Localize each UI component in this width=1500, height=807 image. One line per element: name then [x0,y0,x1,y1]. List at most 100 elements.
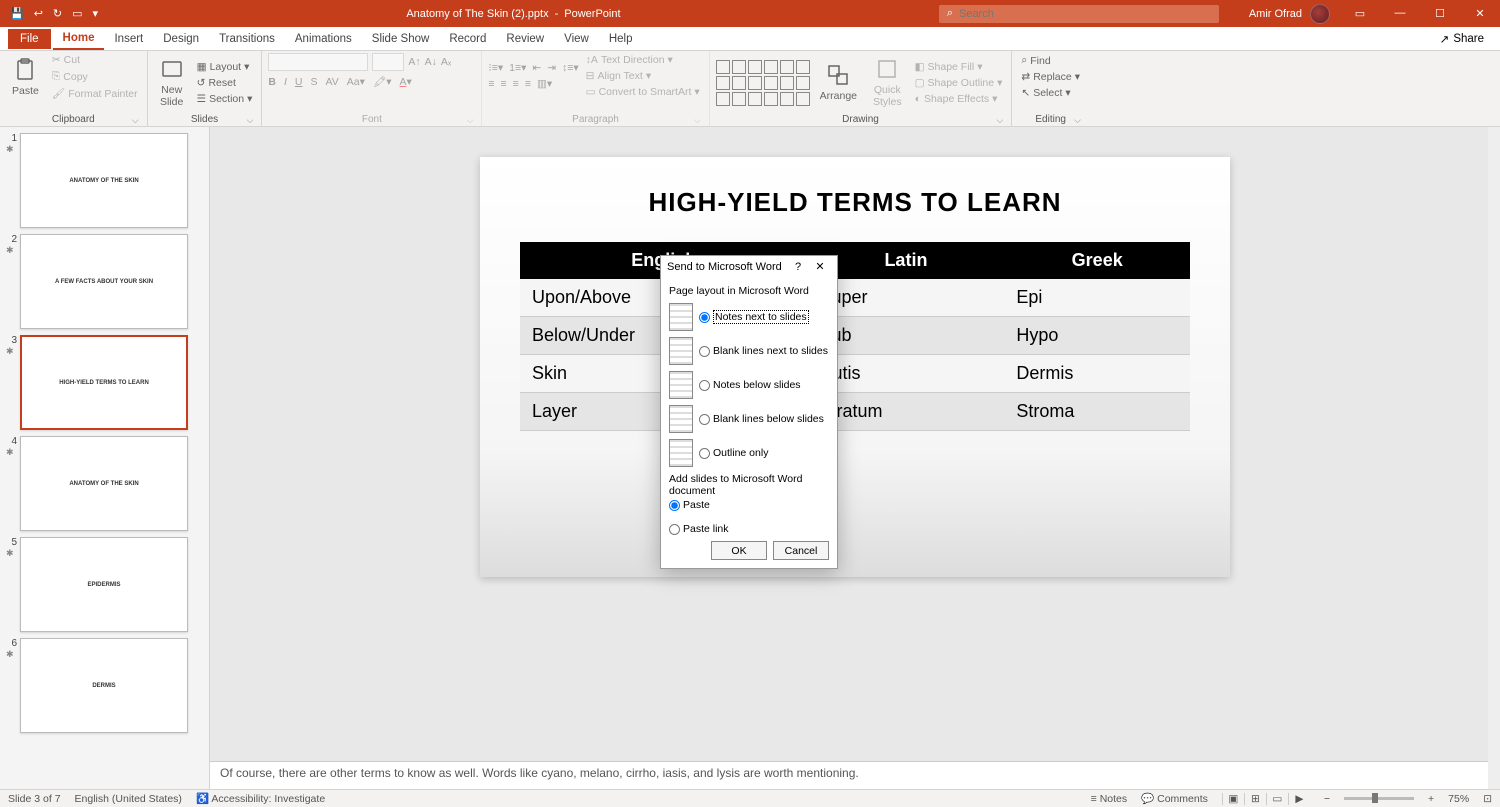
normal-view-icon[interactable]: ▣ [1222,793,1244,805]
undo-icon[interactable]: ↩ [34,7,43,20]
align-text-button[interactable]: ⊟Align Text▾ [583,69,703,83]
comments-toggle[interactable]: 💬 Comments [1141,792,1208,805]
cancel-button[interactable]: Cancel [773,541,829,560]
font-color-button[interactable]: A▾ [399,76,411,88]
tab-design[interactable]: Design [153,29,209,49]
slide-thumbnail[interactable]: 1✱ ANATOMY OF THE SKIN [6,133,205,228]
slide-thumbnail[interactable]: 6✱ DERMIS [6,638,205,733]
slide-thumbnail[interactable]: 2✱ A FEW FACTS ABOUT YOUR SKIN [6,234,205,329]
sorter-view-icon[interactable]: ⊞ [1244,793,1266,805]
shrink-font-icon[interactable]: A↓ [425,56,437,68]
layout-button[interactable]: ▦Layout▾ [194,60,256,74]
thumbnails-scrollbar[interactable] [197,127,209,789]
tab-review[interactable]: Review [496,29,554,49]
quick-styles-button[interactable]: Quick Styles [867,53,908,112]
strike-button[interactable]: S [311,76,318,88]
bold-button[interactable]: B [268,76,276,88]
zoom-in-icon[interactable]: + [1428,793,1434,805]
slideshow-view-icon[interactable]: ▶ [1288,793,1310,805]
replace-button[interactable]: ⇄Replace▾ [1018,70,1083,84]
zoom-out-icon[interactable]: − [1324,793,1330,805]
format-painter-button[interactable]: 🖌Format Painter [49,86,141,101]
bullets-button[interactable]: ⁝≡▾ [488,62,503,74]
cut-button[interactable]: ✂Cut [49,53,141,67]
maximize-icon[interactable]: ☐ [1420,7,1460,20]
search-input[interactable] [959,8,1211,20]
tab-slideshow[interactable]: Slide Show [362,29,440,49]
reading-view-icon[interactable]: ▭ [1266,793,1288,805]
shape-effects-button[interactable]: ◐Shape Effects▾ [912,92,1006,106]
select-button[interactable]: ↖Select▾ [1018,86,1083,100]
columns-icon[interactable]: ▥▾ [537,78,552,90]
copy-button[interactable]: ⎘Copy [49,69,141,84]
radio-blank-below[interactable]: Blank lines below slides [699,413,824,425]
smartart-button[interactable]: ▭Convert to SmartArt▾ [583,85,703,99]
slide-thumbnail[interactable]: 3✱ HIGH-YIELD TERMS TO LEARN [6,335,205,430]
accessibility-indicator[interactable]: ♿ Accessibility: Investigate [196,792,325,805]
save-icon[interactable]: 💾 [10,7,24,20]
zoom-level[interactable]: 75% [1448,793,1469,805]
align-center-icon[interactable]: ≡ [501,78,507,90]
shadow-button[interactable]: AV [326,76,339,88]
radio-paste[interactable]: Paste [669,499,829,511]
minimize-icon[interactable]: — [1380,7,1420,20]
indent-more-icon[interactable]: ⇥ [547,62,556,74]
shape-outline-button[interactable]: ▢Shape Outline▾ [912,76,1006,90]
line-spacing-icon[interactable]: ↕≡▾ [562,62,579,74]
find-button[interactable]: ⌕Find [1018,53,1083,68]
redo-icon[interactable]: ↻ [53,7,62,20]
reset-button[interactable]: ↺Reset [194,76,256,90]
ribbon-display-icon[interactable]: ▭ [1340,7,1380,20]
notes-toggle[interactable]: ≡ Notes [1091,793,1127,805]
search-box[interactable]: ⌕ [939,5,1219,23]
user-name[interactable]: Amir Ofrad [1249,8,1302,20]
present-icon[interactable]: ▭ [72,7,82,20]
slide[interactable]: HIGH-YIELD TERMS TO LEARN EnglishLatinGr… [480,157,1230,577]
align-right-icon[interactable]: ≡ [513,78,519,90]
canvas-scrollbar[interactable] [1488,127,1500,789]
help-icon[interactable]: ? [787,261,809,273]
radio-notes-below[interactable]: Notes below slides [699,379,801,391]
highlight-button[interactable]: 🖍▾ [373,75,392,88]
tab-file[interactable]: File [8,29,51,49]
arrange-button[interactable]: Arrange [814,59,863,106]
avatar[interactable] [1310,4,1330,24]
tab-home[interactable]: Home [53,28,105,50]
numbering-button[interactable]: 1≡▾ [509,62,526,74]
align-left-icon[interactable]: ≡ [488,78,494,90]
close-icon[interactable]: ✕ [809,260,831,273]
underline-button[interactable]: U [295,76,303,88]
shape-fill-button[interactable]: ◧Shape Fill▾ [912,60,1006,74]
tab-insert[interactable]: Insert [104,29,153,49]
tab-help[interactable]: Help [599,29,643,49]
fit-to-window-icon[interactable]: ⊡ [1483,793,1492,805]
tab-transitions[interactable]: Transitions [209,29,285,49]
section-button[interactable]: ☰Section▾ [194,92,256,106]
italic-button[interactable]: I [284,76,287,88]
paste-button[interactable]: Paste [6,54,45,101]
slide-thumbnail[interactable]: 5✱ EPIDERMIS [6,537,205,632]
font-size-combo[interactable] [372,53,404,71]
slide-thumbnail[interactable]: 4✱ ANATOMY OF THE SKIN [6,436,205,531]
close-icon[interactable]: ✕ [1460,7,1500,20]
font-family-combo[interactable] [268,53,368,71]
justify-icon[interactable]: ≡ [525,78,531,90]
zoom-slider[interactable] [1344,797,1414,800]
tab-record[interactable]: Record [439,29,496,49]
text-direction-button[interactable]: ↕AText Direction▾ [583,53,703,67]
tab-view[interactable]: View [554,29,599,49]
radio-notes-next[interactable]: Notes next to slides [699,310,809,324]
shape-gallery[interactable] [716,60,810,106]
radio-blank-next[interactable]: Blank lines next to slides [699,345,828,357]
case-button[interactable]: Aa▾ [347,76,365,88]
radio-outline[interactable]: Outline only [699,447,768,459]
share-button[interactable]: ↗ Share [1432,32,1492,46]
notes-pane[interactable]: Of course, there are other terms to know… [210,761,1488,789]
qat-more-icon[interactable]: ▾ [93,7,99,20]
new-slide-button[interactable]: New Slide [154,53,190,112]
tab-animations[interactable]: Animations [285,29,362,49]
slide-indicator[interactable]: Slide 3 of 7 [8,793,61,805]
clear-format-icon[interactable]: Aₓ [441,56,451,68]
grow-font-icon[interactable]: A↑ [408,56,420,68]
indent-less-icon[interactable]: ⇤ [532,62,541,74]
